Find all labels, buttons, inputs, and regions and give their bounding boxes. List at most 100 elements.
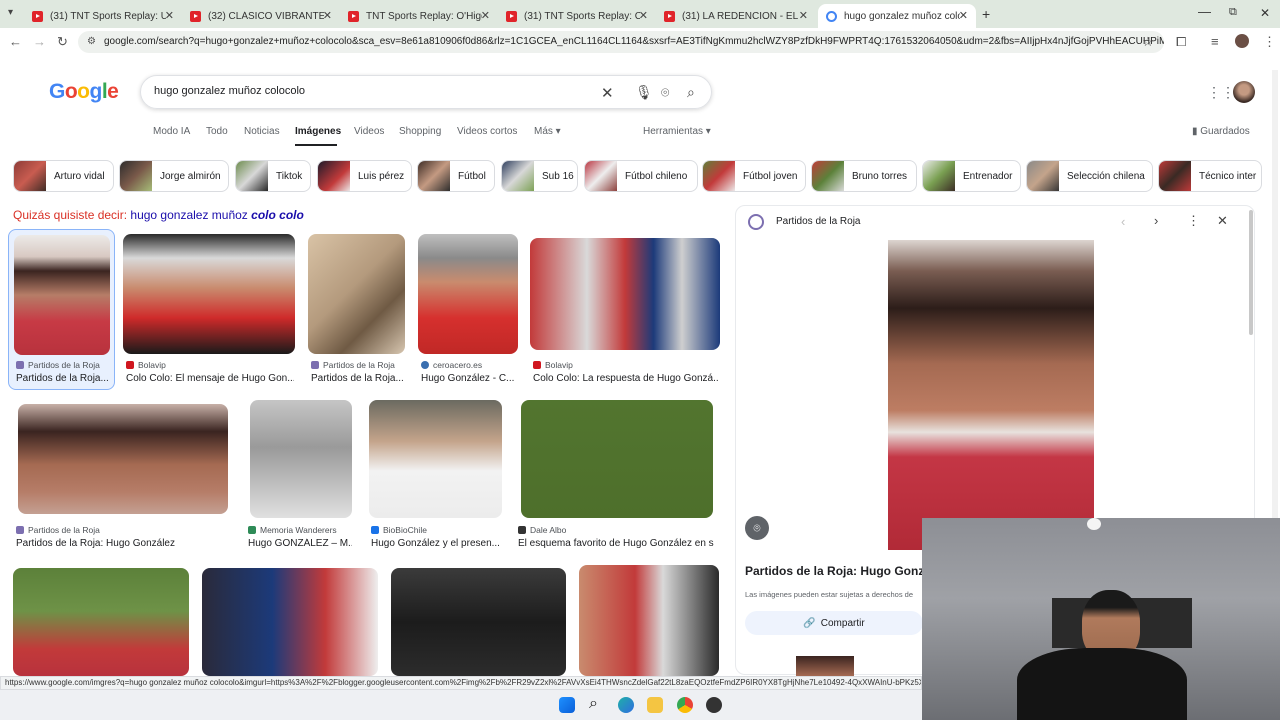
image-result-3[interactable]: Partidos de la Roja Partidos de la Roja.… bbox=[308, 234, 405, 389]
obs-icon[interactable] bbox=[706, 697, 722, 713]
close-tab-icon[interactable]: ✕ bbox=[165, 9, 174, 22]
result-image[interactable] bbox=[530, 238, 720, 350]
chip-jorge-almiron[interactable]: Jorge almirón bbox=[119, 160, 229, 192]
browser-tab-2[interactable]: (32) CLÁSICO VIBRANTE: TRIUN✕ bbox=[182, 4, 340, 28]
close-panel-icon[interactable]: ✕ bbox=[1217, 213, 1228, 229]
reading-list-icon[interactable]: ≡ bbox=[1211, 34, 1219, 50]
menu-kebab-icon[interactable]: ⋮ bbox=[1263, 34, 1276, 50]
minimize-icon[interactable]: — bbox=[1198, 4, 1211, 19]
panel-site-name[interactable]: Partidos de la Roja bbox=[776, 216, 861, 227]
close-tab-icon[interactable]: ✕ bbox=[323, 9, 332, 22]
did-you-mean-link[interactable]: hugo gonzalez muñoz colo colo bbox=[130, 208, 303, 222]
related-thumbnail[interactable] bbox=[796, 656, 854, 676]
browser-tab-5[interactable]: (31) LA REDENCION - EL DETR/✕ bbox=[656, 4, 816, 28]
browser-tab-4[interactable]: (31) TNT Sports Replay: Cobres✕ bbox=[498, 4, 656, 28]
image-result-12[interactable] bbox=[391, 568, 566, 676]
image-result-9[interactable]: Dale Albo El esquema favorito de Hugo Go… bbox=[518, 400, 714, 552]
image-result-10[interactable] bbox=[13, 568, 189, 676]
close-tab-icon[interactable]: ✕ bbox=[959, 9, 968, 22]
back-icon[interactable]: ← bbox=[9, 34, 22, 50]
chip-arturo-vidal[interactable]: Arturo vidal bbox=[13, 160, 114, 192]
chrome-icon[interactable] bbox=[677, 697, 693, 713]
chip-futbol-joven[interactable]: Fútbol joven bbox=[702, 160, 806, 192]
image-result-8[interactable]: BioBioChile Hugo González y el presen... bbox=[369, 400, 502, 552]
result-image[interactable] bbox=[308, 234, 405, 354]
saved-button[interactable]: ▮ Guardados bbox=[1192, 126, 1250, 137]
result-image[interactable] bbox=[14, 235, 110, 355]
result-image[interactable] bbox=[250, 400, 352, 518]
result-image[interactable] bbox=[369, 400, 502, 518]
chip-bruno-torres[interactable]: Bruno torres bbox=[811, 160, 917, 192]
browser-tab-3[interactable]: TNT Sports Replay: O'Higgins 0✕ bbox=[340, 4, 498, 28]
tab-modo-ia[interactable]: Modo IA bbox=[153, 126, 190, 137]
tab-todo[interactable]: Todo bbox=[206, 126, 228, 137]
next-icon[interactable]: › bbox=[1154, 213, 1158, 228]
site-info-icon[interactable]: ⚙ bbox=[87, 31, 96, 53]
chip-futbol[interactable]: Fútbol bbox=[417, 160, 495, 192]
edge-icon[interactable] bbox=[618, 697, 634, 713]
tab-noticias[interactable]: Noticias bbox=[244, 126, 280, 137]
restore-icon[interactable]: ⧉ bbox=[1229, 6, 1237, 19]
apps-grid-icon[interactable]: ⋮⋮ bbox=[1207, 84, 1235, 101]
tab-shopping[interactable]: Shopping bbox=[399, 126, 441, 137]
chip-seleccion-chilena[interactable]: Selección chilena bbox=[1026, 160, 1153, 192]
search-input[interactable]: hugo gonzalez muñoz colocolo bbox=[154, 85, 305, 97]
chip-sub-16[interactable]: Sub 16 bbox=[501, 160, 578, 192]
reload-icon[interactable]: ↻ bbox=[57, 34, 68, 50]
preview-title[interactable]: Partidos de la Roja: Hugo Gonzále bbox=[745, 564, 941, 578]
chip-luis-perez[interactable]: Luis pérez bbox=[317, 160, 412, 192]
result-image[interactable] bbox=[391, 568, 566, 676]
close-tab-icon[interactable]: ✕ bbox=[799, 9, 808, 22]
close-tab-icon[interactable]: ✕ bbox=[481, 9, 490, 22]
image-result-7[interactable]: Memoria Wanderers Hugo GONZÁLEZ – M... bbox=[248, 400, 352, 552]
search-icon[interactable]: ⌕ bbox=[687, 84, 695, 101]
result-image[interactable] bbox=[521, 400, 713, 518]
close-tab-icon[interactable]: ✕ bbox=[639, 9, 648, 22]
browser-tab-active[interactable]: hugo gonzalez muñoz colocolo✕ bbox=[818, 4, 976, 28]
account-avatar[interactable] bbox=[1233, 81, 1255, 103]
clear-search-icon[interactable]: ✕ bbox=[601, 84, 614, 102]
result-image[interactable] bbox=[579, 565, 719, 676]
windows-start-icon[interactable] bbox=[559, 697, 575, 713]
tab-videos-cortos[interactable]: Videos cortos bbox=[457, 126, 517, 137]
tools-button[interactable]: Herramientas ▾ bbox=[643, 126, 711, 137]
new-tab-icon[interactable]: + bbox=[982, 6, 990, 22]
image-result-1[interactable]: Partidos de la Roja Partidos de la Roja.… bbox=[8, 229, 115, 390]
image-result-2[interactable]: Bolavip Colo Colo: El mensaje de Hugo Go… bbox=[123, 234, 295, 389]
tab-videos[interactable]: Videos bbox=[354, 126, 384, 137]
close-window-icon[interactable]: ✕ bbox=[1260, 6, 1270, 20]
chip-futbol-chileno[interactable]: Fútbol chileno bbox=[584, 160, 698, 192]
forward-icon[interactable]: → bbox=[33, 34, 46, 50]
extensions-icon[interactable]: ⧠ bbox=[1176, 34, 1186, 50]
tab-mas[interactable]: Más ▾ bbox=[534, 126, 561, 137]
address-bar[interactable]: ⚙ google.com/search?q=hugo+gonzalez+muño… bbox=[78, 31, 1164, 53]
browser-tab-1[interactable]: (31) TNT Sports Replay: Univers✕ bbox=[24, 4, 182, 28]
file-explorer-icon[interactable] bbox=[647, 697, 663, 713]
image-result-11[interactable] bbox=[202, 568, 378, 676]
lens-search-icon[interactable]: ⌾ bbox=[745, 516, 769, 540]
result-image[interactable] bbox=[18, 404, 228, 514]
result-image[interactable] bbox=[13, 568, 189, 676]
image-result-4[interactable]: ceroacero.es Hugo González - C... bbox=[418, 234, 518, 389]
result-image[interactable] bbox=[418, 234, 518, 354]
result-image[interactable] bbox=[202, 568, 378, 676]
previous-icon[interactable]: ‹ bbox=[1121, 214, 1125, 229]
search-box[interactable]: hugo gonzalez muñoz colocolo ✕ 🎙 ⌾ ⌕ bbox=[140, 75, 712, 109]
google-logo[interactable]: Google bbox=[49, 80, 119, 104]
tab-search-icon[interactable]: ▾ bbox=[8, 7, 13, 18]
taskbar-search-icon[interactable]: ⌕ bbox=[589, 695, 598, 713]
chip-tiktok[interactable]: Tiktok bbox=[235, 160, 311, 192]
panel-scrollbar[interactable] bbox=[1249, 210, 1253, 335]
image-result-5[interactable]: Bolavip Colo Colo: La respuesta de Hugo … bbox=[530, 238, 720, 389]
microphone-icon[interactable]: 🎙 bbox=[635, 84, 653, 101]
tab-imagenes[interactable]: Imágenes bbox=[295, 126, 341, 137]
more-options-icon[interactable]: ⋮ bbox=[1187, 213, 1200, 229]
image-result-6[interactable]: Partidos de la Roja Partidos de la Roja:… bbox=[16, 404, 228, 552]
share-button[interactable]: 🔗 Compartir bbox=[745, 611, 923, 635]
chip-entrenador[interactable]: Entrenador bbox=[922, 160, 1021, 192]
result-image[interactable] bbox=[123, 234, 295, 354]
lens-camera-icon[interactable]: ⌾ bbox=[661, 84, 669, 101]
image-result-13[interactable] bbox=[579, 565, 719, 676]
bookmark-star-icon[interactable]: ☆ bbox=[1142, 34, 1154, 50]
preview-image[interactable] bbox=[888, 240, 1094, 550]
